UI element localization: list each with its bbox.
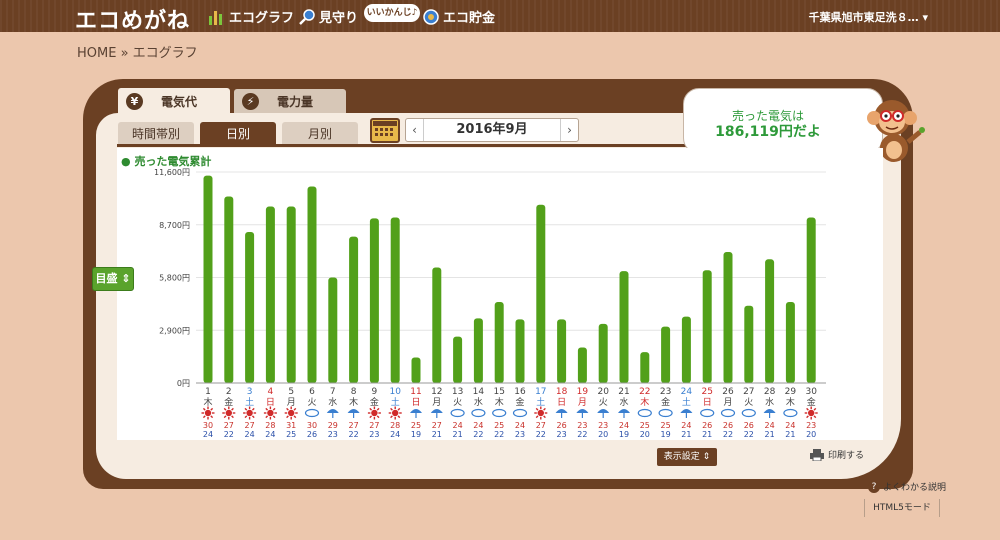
mood-bubble: いいかんじ♪ <box>364 4 420 22</box>
sold-electricity-bubble: 売った電気は 186,119円だよ <box>683 88 883 154</box>
next-month-button[interactable]: › <box>560 119 578 141</box>
print-label: 印刷する <box>828 451 865 461</box>
chart-title: ● 売った電気累計 <box>121 155 212 168</box>
date-selector: ‹ 2016年9月 › <box>405 118 579 142</box>
tab-electricity-cost[interactable]: ¥ 電気代 <box>118 88 230 114</box>
tab-daily[interactable]: 日別 <box>200 122 276 146</box>
bar-chart-icon <box>208 8 226 26</box>
scale-toggle-button[interactable]: 目盛 ⇕ <box>92 267 134 291</box>
app-logo[interactable]: エコめがね <box>75 3 190 35</box>
sold-value: 186,119円だよ <box>715 124 821 140</box>
print-button[interactable]: 印刷する <box>810 448 864 461</box>
help-icon: ? <box>868 480 880 493</box>
nav-mimamori-label: 見守り <box>319 11 359 26</box>
nav-ecograph-label: エコグラフ <box>229 11 295 26</box>
chart-area <box>117 148 883 440</box>
nav-ecograph[interactable]: エコグラフ <box>208 7 294 26</box>
tab-monthly[interactable]: 月別 <box>282 122 358 146</box>
yen-icon: ¥ <box>126 92 143 110</box>
faq-label: よくわかる説明 <box>883 483 947 493</box>
address-dropdown[interactable]: 千葉県旭市東足洗８… ▾ <box>809 9 928 25</box>
tab-hourly[interactable]: 時間帯別 <box>118 122 194 146</box>
nav-eco-savings-label: エコ貯金 <box>443 11 496 26</box>
nav-mimamori[interactable]: 見守り <box>298 7 358 26</box>
printer-icon <box>810 448 824 461</box>
html5-mode-button[interactable]: HTML5モード <box>864 499 940 517</box>
lightning-icon: ⚡ <box>242 92 259 110</box>
nav-eco-savings[interactable]: エコ貯金 <box>422 7 495 26</box>
tab-electricity-amount[interactable]: ⚡ 電力量 <box>234 89 346 113</box>
prev-month-button[interactable]: ‹ <box>406 119 424 141</box>
tab-electricity-amount-label: 電力量 <box>277 94 314 109</box>
calendar-icon[interactable] <box>370 118 400 143</box>
chart-title-text: 売った電気累計 <box>134 155 212 168</box>
breadcrumb: HOME » エコグラフ <box>77 46 198 61</box>
current-month: 2016年9月 <box>456 122 528 137</box>
coin-icon <box>422 8 440 26</box>
magnifier-icon <box>298 8 316 26</box>
display-settings-button[interactable]: 表示設定 ⇕ <box>657 448 717 466</box>
header-bar: エコめがね エコグラフ 見守り いいかんじ♪ エコ貯金 千葉県旭市東足洗８… ▾ <box>0 0 1000 35</box>
tab-electricity-cost-label: 電気代 <box>161 94 198 109</box>
faq-link[interactable]: ? よくわかる説明 <box>868 480 946 493</box>
